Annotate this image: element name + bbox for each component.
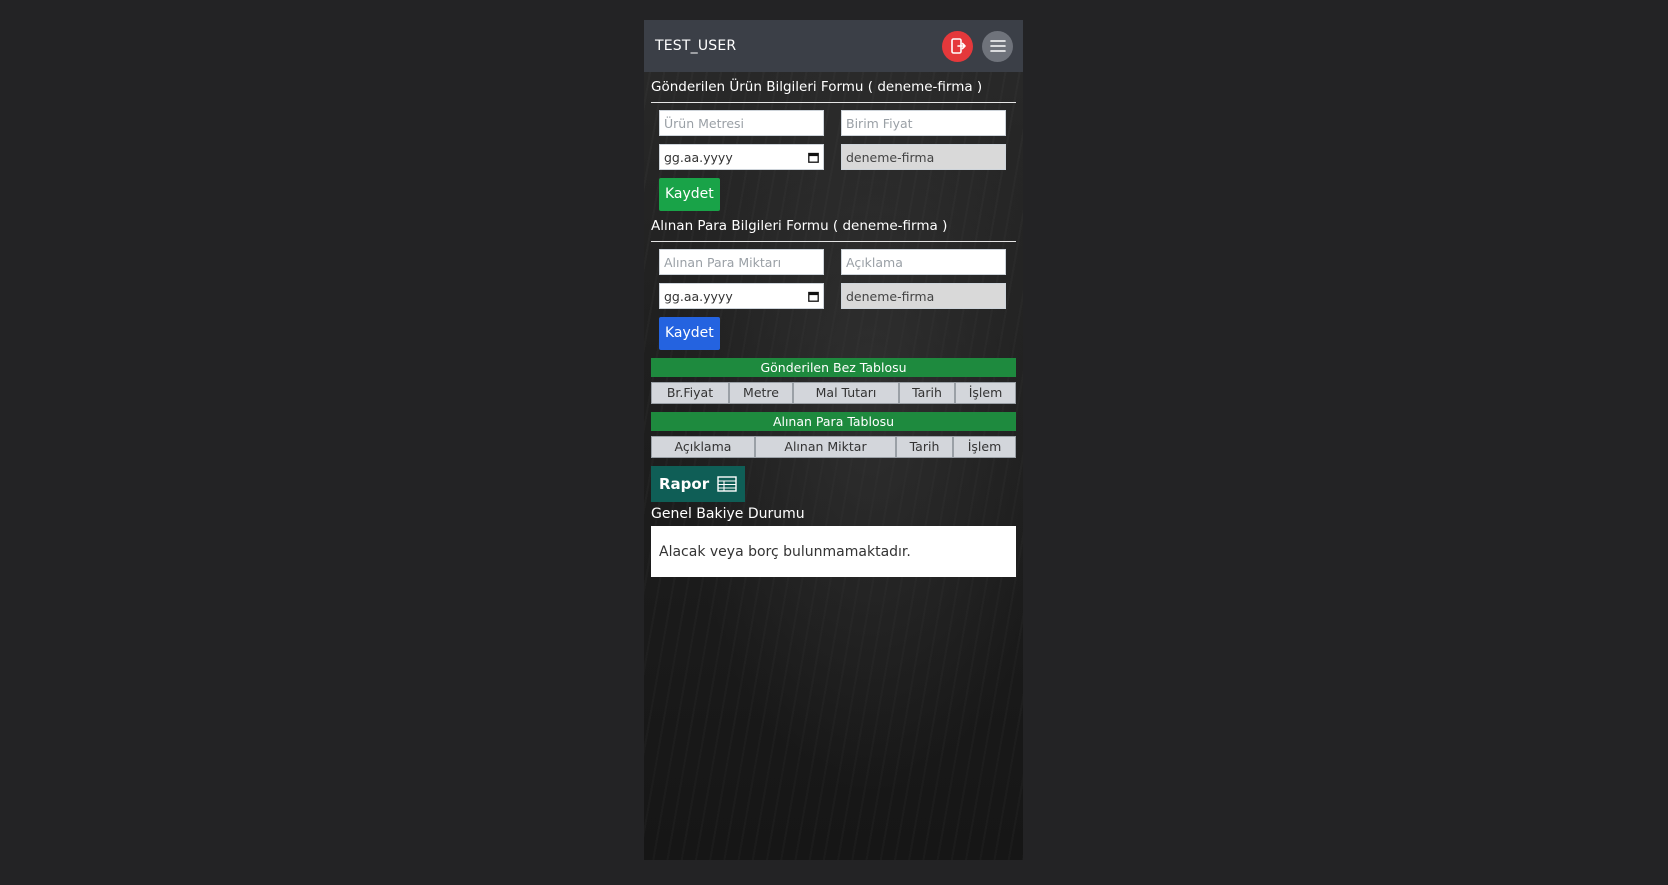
logout-button[interactable] [942,30,973,62]
hamburger-menu-icon [989,40,1006,52]
payment-date-input[interactable]: gg.aa.yyyy [659,283,824,309]
balance-title: Genel Bakiye Durumu [651,506,805,522]
sent-col-action: İşlem [955,382,1016,404]
unit-price-input[interactable] [841,110,1006,136]
received-col-amount: Alınan Miktar [755,436,896,458]
report-label: Rapor [659,475,710,493]
sent-col-unit-price: Br.Fiyat [651,382,729,404]
table-icon [717,476,737,492]
sent-col-meter: Metre [729,382,793,404]
product-date-input[interactable]: gg.aa.yyyy [659,144,824,170]
app-screen: TEST_USER Gönderilen Ürün Bilgileri Form… [644,20,1023,860]
top-bar: TEST_USER [644,20,1023,72]
sent-table-header: Br.Fiyat Metre Mal Tutarı Tarih İşlem [651,382,1016,404]
sent-col-date: Tarih [899,382,955,404]
balance-message: Alacak veya borç bulunmamaktadır. [659,543,911,560]
received-col-action: İşlem [953,436,1016,458]
product-company-field [841,144,1006,170]
description-input[interactable] [841,249,1006,275]
sent-table-title: Gönderilen Bez Tablosu [651,358,1016,377]
sent-col-goods-total: Mal Tutarı [793,382,899,404]
product-form: gg.aa.yyyy [651,103,1016,170]
payment-amount-input[interactable] [659,249,824,275]
main-content: Gönderilen Ürün Bilgileri Formu ( deneme… [644,79,1023,577]
report-button[interactable]: Rapor [651,466,746,502]
calendar-icon [808,291,819,302]
payment-company-field [841,283,1006,309]
logout-icon [950,38,966,54]
menu-button[interactable] [982,30,1013,62]
username-label: TEST_USER [655,38,737,54]
payment-form-title: Alınan Para Bilgileri Formu ( deneme-fir… [651,218,1016,242]
product-meter-input[interactable] [659,110,824,136]
payment-form: gg.aa.yyyy [651,242,1016,309]
product-save-button[interactable]: Kaydet [659,178,720,211]
product-date-placeholder: gg.aa.yyyy [664,149,733,165]
received-table-header: Açıklama Alınan Miktar Tarih İşlem [651,436,1016,458]
received-table-title: Alınan Para Tablosu [651,412,1016,431]
balance-box: Alacak veya borç bulunmamaktadır. [651,526,1016,577]
top-bar-actions [942,30,1013,62]
received-col-date: Tarih [896,436,953,458]
received-col-description: Açıklama [651,436,755,458]
product-form-title: Gönderilen Ürün Bilgileri Formu ( deneme… [651,79,1016,103]
payment-save-button[interactable]: Kaydet [659,317,720,350]
payment-date-placeholder: gg.aa.yyyy [664,288,733,304]
calendar-icon [808,152,819,163]
